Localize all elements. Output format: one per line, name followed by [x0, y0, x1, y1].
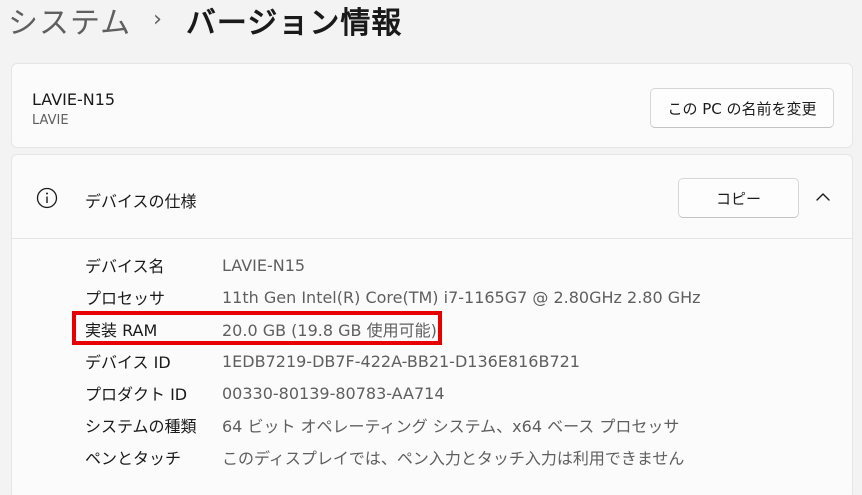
- device-model: LAVIE: [32, 113, 69, 128]
- device-specs-header[interactable]: デバイスの仕様 コピー: [12, 155, 852, 239]
- spec-value[interactable]: このディスプレイでは、ペン入力とタッチ入力は利用できません: [222, 445, 684, 469]
- spec-row-processor: プロセッサ 11th Gen Intel(R) Core(TM) i7-1165…: [12, 281, 852, 313]
- spec-value[interactable]: 00330-80139-80783-AA714: [222, 384, 445, 403]
- spec-label: デバイス ID: [85, 353, 171, 372]
- spec-row-device-name: デバイス名 LAVIE-N15: [12, 249, 852, 281]
- spec-value[interactable]: 11th Gen Intel(R) Core(TM) i7-1165G7 @ 2…: [222, 288, 701, 307]
- spec-label: ペンとタッチ: [85, 449, 182, 468]
- page-title: バージョン情報: [185, 6, 403, 41]
- device-specs-card: デバイスの仕様 コピー デバイス名 LAVIE-N15 プロセッサ 11th G…: [11, 154, 853, 495]
- rename-pc-button[interactable]: この PC の名前を変更: [650, 88, 834, 128]
- about-page: システム › バージョン情報 LAVIE-N15 LAVIE この PC の名前…: [0, 0, 862, 495]
- device-name: LAVIE-N15: [32, 90, 116, 109]
- spec-row-product-id: プロダクト ID 00330-80139-80783-AA714: [12, 377, 852, 409]
- spec-row-ram: 実装 RAM 20.0 GB (19.8 GB 使用可能): [12, 313, 852, 345]
- spec-label: プロセッサ: [85, 289, 166, 308]
- spec-label: デバイス名: [85, 257, 165, 276]
- spec-row-device-id: デバイス ID 1EDB7219-DB7F-422A-BB21-D136E816…: [12, 345, 852, 377]
- spec-value[interactable]: 1EDB7219-DB7F-422A-BB21-D136E816B721: [222, 352, 580, 371]
- spec-label: 実装 RAM: [85, 321, 158, 340]
- spec-value[interactable]: 64 ビット オペレーティング システム、x64 ベース プロセッサ: [222, 413, 679, 437]
- breadcrumb-separator-icon: ›: [153, 6, 162, 32]
- spec-row-pen-touch: ペンとタッチ このディスプレイでは、ペン入力とタッチ入力は利用できません: [12, 441, 852, 473]
- device-name-card: LAVIE-N15 LAVIE この PC の名前を変更: [11, 63, 853, 148]
- breadcrumb-system[interactable]: システム: [8, 0, 131, 42]
- spec-row-system-type: システムの種類 64 ビット オペレーティング システム、x64 ベース プロセ…: [12, 409, 852, 441]
- info-circle-icon: [36, 187, 58, 209]
- chevron-up-icon[interactable]: [812, 186, 834, 208]
- device-specs-title: デバイスの仕様: [85, 192, 197, 211]
- spec-label: システムの種類: [85, 417, 197, 436]
- spec-label: プロダクト ID: [85, 385, 188, 404]
- copy-button[interactable]: コピー: [678, 178, 799, 218]
- spec-value[interactable]: 20.0 GB (19.8 GB 使用可能): [222, 317, 437, 341]
- spec-value[interactable]: LAVIE-N15: [222, 256, 305, 275]
- breadcrumb: システム › バージョン情報: [8, 0, 403, 42]
